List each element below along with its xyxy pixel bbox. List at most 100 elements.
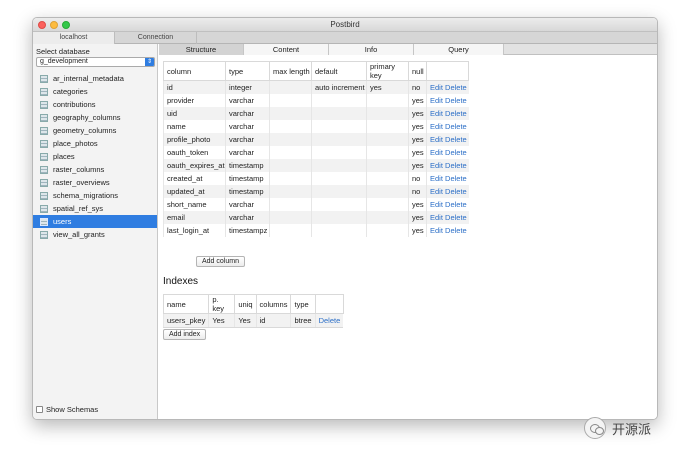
table-row: name varchar yes Edit Delete — [163, 119, 469, 133]
max-length-cell — [269, 80, 312, 94]
type-cell: varchar — [225, 210, 270, 224]
type-cell: varchar — [225, 197, 270, 211]
sidebar-item-label: raster_columns — [53, 165, 105, 174]
sidebar-item-geography-columns[interactable]: geography_columns — [33, 111, 157, 124]
default-cell: auto increment — [311, 80, 367, 94]
row-actions-cell: Edit Delete — [426, 106, 469, 120]
main-tabs: Structure Content Info Query — [159, 44, 657, 55]
table-row: oauth_expires_at timestamp yes Edit Delete — [163, 158, 469, 172]
edit-column-link[interactable]: Edit — [430, 96, 443, 105]
table-icon — [40, 100, 48, 109]
view-icon — [40, 230, 48, 239]
sidebar-item-categories[interactable]: categories — [33, 85, 157, 98]
edit-column-link[interactable]: Edit — [430, 83, 443, 92]
sidebar-item-label: spatial_ref_sys — [53, 204, 104, 213]
tab-info[interactable]: Info — [329, 44, 414, 55]
sidebar-item-schema-migrations[interactable]: schema_migrations — [33, 189, 157, 202]
close-window-button[interactable] — [38, 21, 46, 29]
database-select[interactable]: g_development ⇕ — [36, 57, 155, 67]
indexes-header-row: name p. key uniq columns type — [162, 294, 344, 314]
edit-column-link[interactable]: Edit — [430, 161, 443, 170]
table-row: email varchar yes Edit Delete — [163, 210, 469, 224]
index-actions-cell: Delete — [314, 313, 344, 328]
sidebar-item-contributions[interactable]: contributions — [33, 98, 157, 111]
row-actions-cell: Edit Delete — [426, 132, 469, 146]
delete-column-link[interactable]: Delete — [445, 122, 467, 131]
delete-index-link[interactable]: Delete — [319, 316, 341, 325]
delete-column-link[interactable]: Delete — [445, 174, 467, 183]
show-schemas-checkbox[interactable] — [36, 406, 43, 413]
tab-structure[interactable]: Structure — [159, 44, 244, 55]
delete-column-link[interactable]: Delete — [445, 226, 467, 235]
sidebar-item-users[interactable]: users — [33, 215, 157, 228]
table-icon — [40, 191, 48, 200]
window-title: Postbird — [330, 20, 360, 29]
default-cell — [311, 197, 367, 211]
app-window: Postbird localhost Connection Select dat… — [32, 17, 658, 420]
delete-column-link[interactable]: Delete — [445, 83, 467, 92]
row-actions-cell: Edit Delete — [426, 197, 469, 211]
main-panel: Structure Content Info Query column type… — [159, 44, 657, 419]
null-cell: yes — [408, 223, 427, 237]
sidebar-item-places[interactable]: places — [33, 150, 157, 163]
delete-column-link[interactable]: Delete — [445, 200, 467, 209]
edit-column-link[interactable]: Edit — [430, 109, 443, 118]
sidebar-item-raster-overviews[interactable]: raster_overviews — [33, 176, 157, 189]
show-schemas-toggle[interactable]: Show Schemas — [36, 405, 98, 414]
delete-column-link[interactable]: Delete — [445, 148, 467, 157]
delete-column-link[interactable]: Delete — [445, 161, 467, 170]
edit-column-link[interactable]: Edit — [430, 226, 443, 235]
sidebar-item-view-all-grants[interactable]: view_all_grants — [33, 228, 157, 241]
edit-column-link[interactable]: Edit — [430, 135, 443, 144]
column-name-cell: updated_at — [163, 184, 226, 198]
edit-column-link[interactable]: Edit — [430, 148, 443, 157]
column-name-cell: last_login_at — [163, 223, 226, 237]
table-row: last_login_at timestampz yes Edit Delete — [163, 223, 469, 237]
structure-header-row: column type max length default primary k… — [163, 61, 469, 81]
type-cell: timestampz — [225, 223, 270, 237]
null-cell: no — [408, 184, 427, 198]
chevron-updown-icon: ⇕ — [145, 58, 154, 66]
sidebar-item-raster-columns[interactable]: raster_columns — [33, 163, 157, 176]
edit-column-link[interactable]: Edit — [430, 122, 443, 131]
table-icon — [40, 217, 48, 226]
max-length-cell — [269, 119, 312, 133]
edit-column-link[interactable]: Edit — [430, 174, 443, 183]
edit-column-link[interactable]: Edit — [430, 187, 443, 196]
table-row: profile_photo varchar yes Edit Delete — [163, 132, 469, 146]
sidebar-item-spatial-ref-sys[interactable]: spatial_ref_sys — [33, 202, 157, 215]
delete-column-link[interactable]: Delete — [445, 135, 467, 144]
tab-content[interactable]: Content — [244, 44, 329, 55]
sidebar-item-ar-internal-metadata[interactable]: ar_internal_metadata — [33, 72, 157, 85]
delete-column-link[interactable]: Delete — [445, 187, 467, 196]
type-header: type — [225, 61, 270, 81]
indexes-table: name p. key uniq columns type users_pkey… — [162, 294, 344, 328]
delete-column-link[interactable]: Delete — [445, 109, 467, 118]
sidebar: Select database g_development ⇕ ar_inter… — [33, 44, 158, 419]
edit-column-link[interactable]: Edit — [430, 213, 443, 222]
add-column-button[interactable]: Add column — [196, 256, 245, 267]
minimize-window-button[interactable] — [50, 21, 58, 29]
table-row: provider varchar yes Edit Delete — [163, 93, 469, 107]
sidebar-item-label: categories — [53, 87, 88, 96]
table-icon — [40, 139, 48, 148]
indexes-title: Indexes — [163, 276, 199, 287]
tab-connection[interactable]: Connection — [115, 32, 197, 44]
tab-query[interactable]: Query — [414, 44, 504, 55]
table-row: oauth_token varchar yes Edit Delete — [163, 145, 469, 159]
edit-column-link[interactable]: Edit — [430, 200, 443, 209]
column-name-cell: short_name — [163, 197, 226, 211]
null-cell: no — [408, 80, 427, 94]
tab-localhost[interactable]: localhost — [33, 32, 115, 44]
null-header: null — [408, 61, 427, 81]
zoom-window-button[interactable] — [62, 21, 70, 29]
default-cell — [311, 145, 367, 159]
delete-column-link[interactable]: Delete — [445, 96, 467, 105]
table-list: ar_internal_metadata categories contribu… — [33, 72, 157, 241]
sidebar-item-geometry-columns[interactable]: geometry_columns — [33, 124, 157, 137]
add-index-button[interactable]: Add index — [163, 329, 207, 340]
row-actions-cell: Edit Delete — [426, 210, 469, 224]
table-row: updated_at timestamp no Edit Delete — [163, 184, 469, 198]
sidebar-item-place-photos[interactable]: place_photos — [33, 137, 157, 150]
delete-column-link[interactable]: Delete — [445, 213, 467, 222]
